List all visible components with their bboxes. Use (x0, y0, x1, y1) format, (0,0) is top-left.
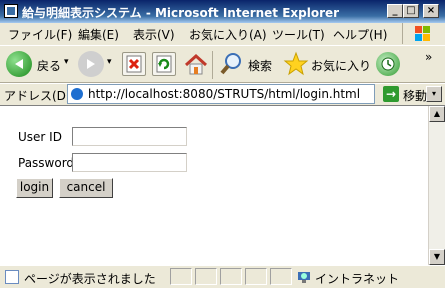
toolbar-separator (212, 51, 213, 79)
menu-edit[interactable]: 編集(E) (78, 26, 119, 43)
menu-file[interactable]: ファイル(F) (8, 26, 72, 43)
intranet-zone-icon (297, 270, 311, 284)
status-pane (170, 268, 192, 285)
login-button[interactable]: login (16, 178, 53, 198)
menu-help[interactable]: ヘルプ(H) (333, 26, 387, 43)
address-dropdown-icon[interactable]: ▾ (426, 86, 442, 102)
menu-tools[interactable]: ツール(T) (272, 26, 325, 43)
go-arrow-icon[interactable]: → (383, 86, 399, 102)
address-url[interactable]: http://localhost:8080/STRUTS/html/login.… (88, 87, 360, 101)
status-pane (220, 268, 242, 285)
app-icon[interactable] (4, 4, 18, 18)
password-label: Password (18, 156, 75, 170)
back-dropdown-icon[interactable]: ▾ (64, 57, 69, 67)
stop-icon[interactable] (122, 52, 146, 76)
menu-favorites[interactable]: お気に入り(A) (189, 26, 267, 43)
toolbar-chevron-icon[interactable]: » (425, 50, 432, 64)
close-button[interactable]: × (423, 4, 439, 18)
maximize-button[interactable]: □ (403, 4, 419, 18)
history-icon[interactable] (376, 52, 400, 76)
minimize-button[interactable]: _ (387, 4, 403, 18)
back-label[interactable]: 戻る (37, 57, 61, 74)
userid-input[interactable] (72, 127, 187, 146)
status-bar: ページが表示されました イントラネット (0, 265, 445, 288)
userid-label: User ID (18, 130, 62, 144)
scroll-down-button[interactable]: ▼ (429, 249, 445, 265)
scroll-up-button[interactable]: ▲ (429, 106, 445, 122)
ie-page-icon (71, 88, 83, 100)
status-pane (245, 268, 267, 285)
page-status-icon (5, 270, 19, 284)
forward-dropdown-icon[interactable]: ▾ (107, 57, 112, 67)
forward-arrow-icon[interactable] (78, 51, 104, 77)
address-input[interactable]: http://localhost:8080/STRUTS/html/login.… (67, 84, 442, 104)
windows-logo-icon (402, 23, 445, 44)
password-input[interactable] (72, 153, 187, 172)
search-label[interactable]: 検索 (248, 57, 272, 74)
go-label[interactable]: 移動 (403, 87, 427, 104)
menu-bar: ファイル(F) 編集(E) 表示(V) お気に入り(A) ツール(T) ヘルプ(… (0, 23, 400, 44)
vertical-scrollbar[interactable]: ▲ ▼ (428, 106, 445, 265)
favorites-star-icon[interactable] (283, 51, 309, 80)
page-content: User ID Password login cancel ▲ ▼ (0, 105, 445, 265)
status-text: ページが表示されました (24, 272, 156, 286)
favorites-label[interactable]: お気に入り (311, 57, 371, 74)
status-pane (270, 268, 292, 285)
window-title: 給与明細表示システム - Microsoft Internet Explorer (22, 6, 340, 20)
cancel-button[interactable]: cancel (59, 178, 113, 198)
address-bar: アドレス(D) http://localhost:8080/STRUTS/htm… (0, 83, 445, 104)
status-pane (195, 268, 217, 285)
refresh-icon[interactable] (152, 52, 176, 76)
title-bar[interactable]: 給与明細表示システム - Microsoft Internet Explorer… (0, 0, 445, 23)
search-icon[interactable] (219, 52, 245, 79)
home-icon[interactable] (183, 52, 208, 76)
zone-text: イントラネット (315, 272, 400, 286)
ie-window: 給与明細表示システム - Microsoft Internet Explorer… (0, 0, 445, 288)
address-label: アドレス(D) (4, 89, 71, 103)
menu-view[interactable]: 表示(V) (133, 26, 175, 43)
back-arrow-icon[interactable] (6, 51, 32, 77)
toolbar: 戻る ▾ ▾ 検索 お気に入り » (0, 45, 445, 83)
